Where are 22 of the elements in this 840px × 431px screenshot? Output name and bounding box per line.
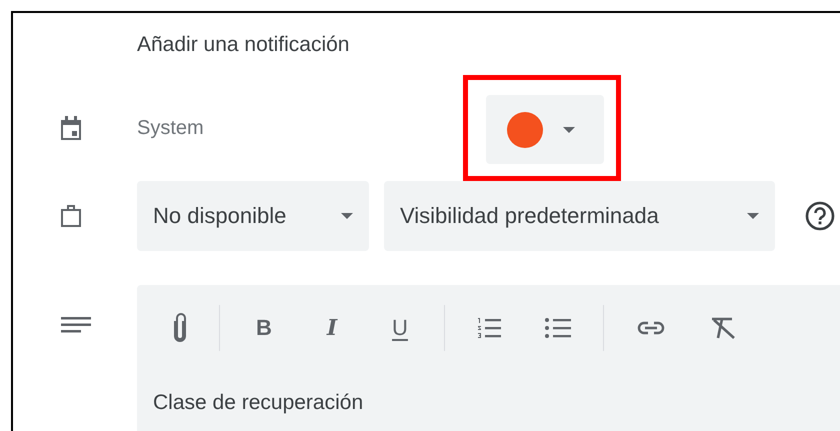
form-title: Añadir una notificación: [137, 33, 350, 57]
briefcase-icon: [61, 205, 81, 227]
help-icon[interactable]: [805, 201, 835, 231]
notes-icon: [61, 317, 91, 333]
numbered-list-icon[interactable]: [477, 317, 501, 339]
description-text: Clase de recuperación: [152, 390, 364, 415]
italic-button[interactable]: I: [308, 305, 356, 351]
bulleted-list-icon[interactable]: [545, 318, 571, 338]
description-editor[interactable]: B I U Clase de recuperación: [137, 285, 840, 431]
dropdown[interactable]: Visibilidad predeterminada: [384, 181, 775, 251]
paperclip-icon[interactable]: [173, 313, 187, 343]
calendar-name: System: [137, 116, 205, 140]
caret-icon: [563, 126, 575, 132]
calendar-icon: [61, 116, 81, 140]
underline-button[interactable]: U: [376, 305, 424, 351]
dropdown[interactable]: No disponible: [137, 181, 369, 251]
link-icon[interactable]: [636, 320, 666, 336]
caret-icon: [341, 213, 353, 219]
caret-icon: [747, 213, 759, 219]
color-dropdown[interactable]: [486, 95, 604, 164]
bold-button[interactable]: B: [240, 305, 288, 351]
clear-formatting-icon[interactable]: [710, 316, 736, 340]
